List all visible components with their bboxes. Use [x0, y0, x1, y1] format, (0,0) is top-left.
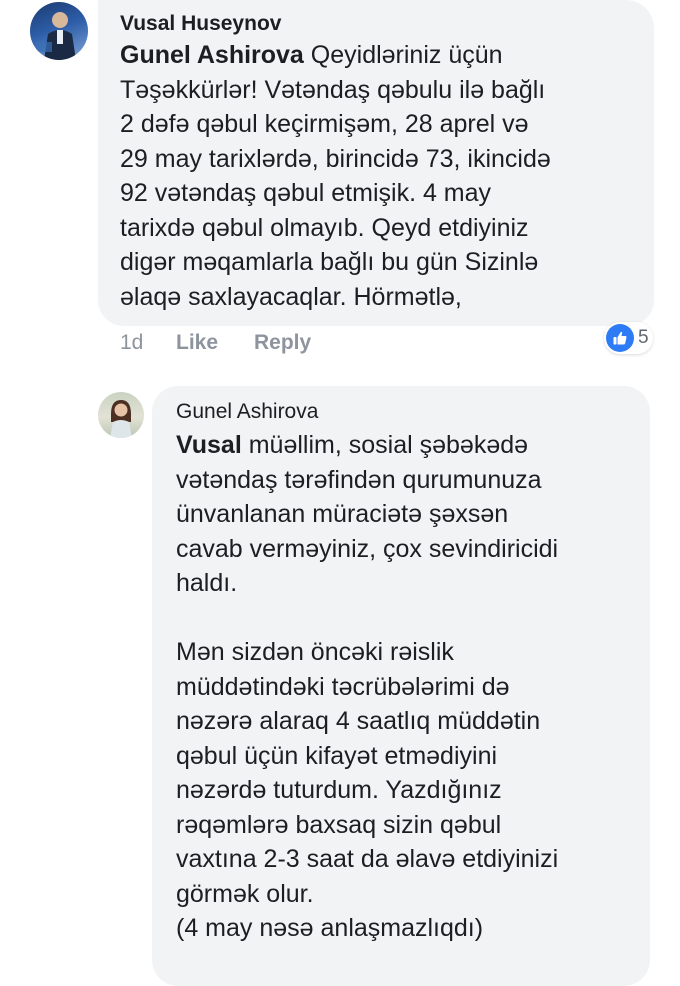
mention-link[interactable]: Vusal — [176, 431, 242, 459]
mention-link[interactable]: Gunel Ashirova — [120, 41, 304, 69]
reaction-count: 5 — [638, 327, 649, 348]
comment-timestamp[interactable]: 1d — [120, 331, 176, 355]
reply-author-avatar[interactable] — [98, 392, 144, 438]
comment-actions: 1d Like Reply — [120, 331, 311, 355]
person-photo-icon — [110, 400, 132, 438]
like-button[interactable]: Like — [176, 331, 254, 355]
reply-author-name[interactable]: Gunel Ashirova — [176, 400, 318, 424]
reply-body: müəllim, sosial şəbəkədə vətəndaş tərəfi… — [176, 431, 559, 942]
comment-body: Qeyidləriniz üçün Təşəkkürlər! Vətəndaş … — [120, 41, 551, 311]
reaction-summary[interactable]: 5 — [604, 322, 653, 354]
person-photo-icon — [36, 12, 76, 60]
comment-text: Gunel Ashirova Qeyidləriniz üçün Təşəkkü… — [120, 38, 650, 314]
comment-author-name[interactable]: Vusal Huseynov — [120, 12, 281, 36]
thumbs-up-icon — [606, 324, 634, 352]
reply-button[interactable]: Reply — [254, 331, 311, 355]
author-avatar[interactable] — [30, 2, 88, 60]
reply-text: Vusal müəllim, sosial şəbəkədə vətəndaş … — [176, 428, 646, 946]
